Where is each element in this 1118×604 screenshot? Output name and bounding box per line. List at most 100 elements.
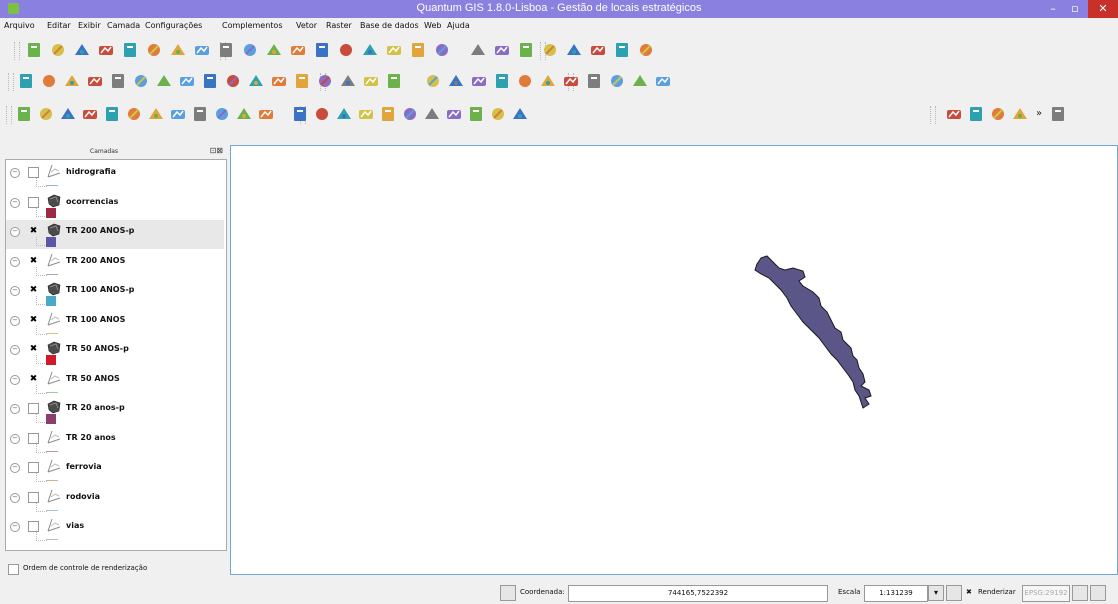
text-annotation-icon[interactable]: [510, 104, 530, 124]
layer-symbol-swatch[interactable]: [46, 414, 56, 424]
layer-symbol-swatch[interactable]: [46, 332, 58, 334]
collapse-icon[interactable]: −: [10, 433, 20, 444]
maximize-button[interactable]: ▫: [1064, 0, 1086, 18]
collapse-icon[interactable]: −: [10, 168, 20, 178]
grass-tools-icon[interactable]: [1010, 104, 1030, 124]
zoom-full-icon[interactable]: [515, 71, 535, 91]
messages-icon[interactable]: [1090, 585, 1106, 601]
add-wcs-layer-icon[interactable]: [312, 40, 332, 60]
layer-visibility-checkbox[interactable]: [28, 491, 39, 503]
plugin-tool-11-icon[interactable]: [246, 71, 266, 91]
toolbar-grip[interactable]: [14, 42, 20, 60]
plugin-tool-5-icon[interactable]: [108, 71, 128, 91]
redo-icon[interactable]: [36, 104, 56, 124]
collapse-icon[interactable]: −: [10, 197, 20, 208]
layer-item[interactable]: − rodovia: [6, 486, 224, 515]
coordinate-capture-icon[interactable]: [988, 104, 1008, 124]
menu-configuracoes[interactable]: Configurações: [145, 21, 202, 30]
delete-ring-icon[interactable]: [146, 104, 166, 124]
python-console-icon[interactable]: [966, 104, 986, 124]
layer-symbol-swatch[interactable]: [46, 355, 56, 365]
fill-ring-icon[interactable]: [124, 104, 144, 124]
add-wms-layer-icon[interactable]: [288, 40, 308, 60]
save-as-icon[interactable]: [96, 40, 116, 60]
copy-features-icon[interactable]: [612, 40, 632, 60]
cut-features-icon[interactable]: [588, 40, 608, 60]
add-raster-layer-icon[interactable]: [192, 40, 212, 60]
new-project-icon[interactable]: [24, 40, 44, 60]
rotate-label-icon[interactable]: [290, 104, 310, 124]
layer-visibility-checkbox[interactable]: [28, 196, 39, 208]
toolbar-grip[interactable]: [8, 73, 14, 91]
plugin-tool-13-icon[interactable]: [292, 71, 312, 91]
add-feature-icon[interactable]: [492, 40, 512, 60]
menu-raster[interactable]: Raster: [326, 21, 352, 30]
move-feature-icon[interactable]: [516, 40, 536, 60]
select-icon[interactable]: [356, 104, 376, 124]
plugin-tool-9-icon[interactable]: [200, 71, 220, 91]
show-bookmarks-icon[interactable]: [488, 104, 508, 124]
layer-item[interactable]: − ✖ TR 100 ANOS-p: [6, 279, 224, 308]
layer-visibility-checkbox[interactable]: [28, 432, 39, 444]
layer-visibility-checkbox[interactable]: [28, 403, 39, 414]
scale-field[interactable]: 1:131239: [864, 585, 928, 602]
add-mssql-layer-icon[interactable]: [264, 40, 284, 60]
menu-web[interactable]: Web: [424, 21, 441, 30]
plugin-tool-17-icon[interactable]: [384, 71, 404, 91]
layer-item[interactable]: − ✖ TR 50 ANOS: [6, 368, 224, 397]
collapse-icon[interactable]: −: [10, 463, 20, 473]
offset-curve-icon[interactable]: [212, 104, 232, 124]
plugin-tool-3-icon[interactable]: [62, 71, 82, 91]
render-checkbox[interactable]: ✖: [966, 588, 972, 596]
run-action-icon[interactable]: [334, 104, 354, 124]
refresh-icon[interactable]: [653, 71, 673, 91]
add-spatialite-layer-icon[interactable]: [240, 40, 260, 60]
menu-editar[interactable]: Editar: [47, 21, 71, 30]
layer-symbol-swatch[interactable]: [46, 273, 58, 275]
layer-visibility-checkbox[interactable]: ✖: [28, 344, 39, 355]
new-bookmark-icon[interactable]: [466, 104, 486, 124]
touch-zoom-icon[interactable]: [423, 71, 443, 91]
collapsed-toolbar-icon[interactable]: [1048, 104, 1068, 124]
layer-item[interactable]: − TR 20 anos: [6, 427, 224, 456]
deselect-icon[interactable]: [378, 104, 398, 124]
panel-float-close-buttons[interactable]: ⊡⊠: [210, 146, 223, 155]
add-postgis-layer-icon[interactable]: [216, 40, 236, 60]
open-project-icon[interactable]: [48, 40, 68, 60]
save-project-icon[interactable]: [72, 40, 92, 60]
layer-item[interactable]: − hidrografia: [6, 161, 224, 190]
new-spatialite-layer-icon[interactable]: [384, 40, 404, 60]
layer-symbol-swatch[interactable]: [46, 296, 56, 306]
remove-layer-icon[interactable]: [408, 40, 428, 60]
new-shapefile-layer-icon[interactable]: [360, 40, 380, 60]
save-edits-icon[interactable]: [468, 40, 488, 60]
menu-base-de-dados[interactable]: Base de dados: [360, 21, 419, 30]
plugin-tool-8-icon[interactable]: [177, 71, 197, 91]
map-canvas[interactable]: [230, 145, 1118, 575]
plugin-tool-4-icon[interactable]: [85, 71, 105, 91]
delete-part-icon[interactable]: [168, 104, 188, 124]
identify-icon[interactable]: [312, 104, 332, 124]
map-tips-icon[interactable]: [444, 104, 464, 124]
split-features-icon[interactable]: [234, 104, 254, 124]
plugin-tool-1-icon[interactable]: [16, 71, 36, 91]
layer-symbol-swatch[interactable]: [46, 185, 58, 186]
collapse-icon[interactable]: −: [10, 404, 20, 414]
layer-visibility-checkbox[interactable]: [28, 462, 39, 473]
menu-ajuda[interactable]: Ajuda: [447, 21, 470, 30]
layer-visibility-checkbox[interactable]: ✖: [28, 285, 39, 296]
layer-visibility-checkbox[interactable]: ✖: [28, 374, 39, 385]
plugin-tool-6-icon[interactable]: [131, 71, 151, 91]
add-part-icon[interactable]: [102, 104, 122, 124]
zoom-next-icon[interactable]: [607, 71, 627, 91]
collapse-icon[interactable]: −: [10, 374, 20, 385]
pan-map-icon[interactable]: [446, 71, 466, 91]
measure-icon[interactable]: [422, 104, 442, 124]
layer-tree[interactable]: − hidrografia − ocorrencias − ✖ TR 200 ANOS-p −…: [5, 159, 227, 551]
plugin-tool-2-icon[interactable]: [39, 71, 59, 91]
node-tool-icon[interactable]: [540, 40, 560, 60]
layer-visibility-checkbox[interactable]: ✖: [28, 256, 39, 267]
plugin-tool-14-icon[interactable]: [315, 71, 335, 91]
layer-visibility-checkbox[interactable]: [28, 521, 39, 532]
reshape-icon[interactable]: [190, 104, 210, 124]
